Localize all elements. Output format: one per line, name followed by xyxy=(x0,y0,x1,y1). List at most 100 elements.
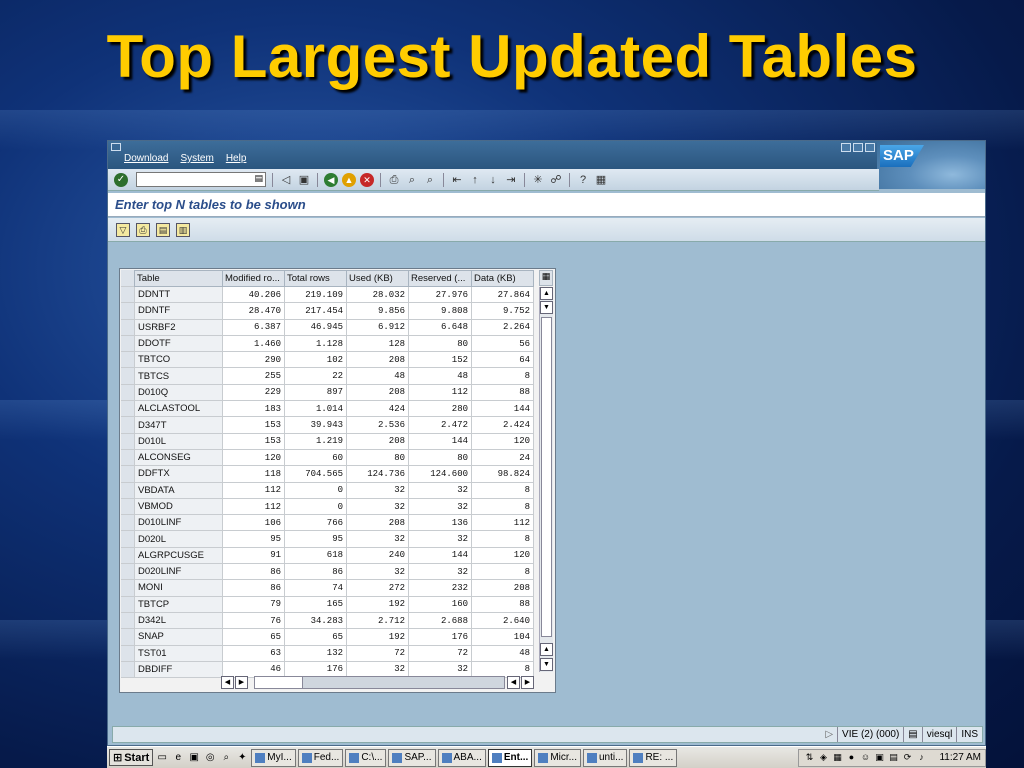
cell-value[interactable]: 32 xyxy=(346,563,409,581)
cell-value[interactable]: 1.219 xyxy=(284,432,347,450)
cell-value[interactable]: 34.283 xyxy=(284,611,347,630)
cell-value[interactable]: 86 xyxy=(284,563,347,581)
row-selector[interactable] xyxy=(121,352,134,369)
row-selector[interactable] xyxy=(121,319,134,336)
row-selector[interactable] xyxy=(121,612,134,630)
row-selector[interactable] xyxy=(121,645,134,662)
cell-value[interactable]: 95 xyxy=(222,530,285,548)
shortcut-icon[interactable]: ☍ xyxy=(549,173,563,187)
scroll-left-end-button[interactable]: ◀ xyxy=(507,676,520,689)
row-selector[interactable] xyxy=(121,629,134,646)
cell-value[interactable]: 112 xyxy=(408,383,472,402)
save-icon[interactable]: ▣ xyxy=(297,173,311,187)
cell-value[interactable]: 144 xyxy=(408,546,472,565)
cell-table-name[interactable]: D342L xyxy=(134,611,223,630)
cell-table-name[interactable]: DDNTF xyxy=(134,302,223,320)
table-row[interactable]: D020LINF 86 86 32 32 8 xyxy=(134,563,534,581)
vertical-scrollbar[interactable]: ▲ ▼ ▲ ▼ xyxy=(539,287,553,672)
table-row[interactable]: USRBF2 6.387 46.945 6.912 6.648 2.264 xyxy=(134,318,534,336)
quicklaunch-messenger-icon[interactable]: ✦ xyxy=(235,751,249,765)
cell-value[interactable]: 2.640 xyxy=(471,611,534,630)
print-icon[interactable]: ⎙ xyxy=(387,173,401,187)
quicklaunch-search-icon[interactable]: ⌕ xyxy=(219,751,233,765)
row-selector[interactable] xyxy=(121,287,134,304)
command-field[interactable]: ▤ xyxy=(136,172,266,187)
tray-network-icon[interactable]: ⇅ xyxy=(803,752,815,764)
cell-table-name[interactable]: VBMOD xyxy=(134,497,223,516)
menu-system[interactable]: System xyxy=(180,153,213,164)
cell-value[interactable]: 39.943 xyxy=(284,416,347,434)
tray-lock-icon[interactable]: ▣ xyxy=(873,752,885,764)
column-header-reserved[interactable]: Reserved (... xyxy=(408,270,472,287)
cell-table-name[interactable]: USRBF2 xyxy=(134,318,223,336)
taskbar-item[interactable]: SAP... xyxy=(388,748,436,767)
table-row[interactable]: ALCLASTOOL 183 1.014 424 280 144 xyxy=(134,400,534,418)
cell-table-name[interactable]: TBTCO xyxy=(134,351,223,369)
cell-value[interactable]: 32 xyxy=(346,481,409,499)
cell-value[interactable]: 76 xyxy=(222,611,285,630)
cell-value[interactable]: 8 xyxy=(471,481,534,499)
row-selector[interactable] xyxy=(121,303,134,320)
row-selector[interactable] xyxy=(121,433,134,450)
cell-table-name[interactable]: DDNTT xyxy=(134,285,223,304)
scroll-right-button[interactable]: ▶ xyxy=(235,676,248,689)
enter-button[interactable]: ✓ xyxy=(114,172,128,187)
cell-value[interactable]: 208 xyxy=(346,351,409,369)
cell-value[interactable]: 27.976 xyxy=(408,285,472,304)
cell-value[interactable]: 897 xyxy=(284,383,347,402)
cell-value[interactable]: 229 xyxy=(222,383,285,402)
cell-value[interactable]: 2.688 xyxy=(408,611,472,630)
table-row[interactable]: D020L 95 95 32 32 8 xyxy=(134,530,534,548)
status-mode[interactable]: INS xyxy=(956,727,982,742)
cell-value[interactable]: 8 xyxy=(471,530,534,548)
table-row[interactable]: ALCONSEG 120 60 80 80 24 xyxy=(134,448,534,467)
table-row[interactable]: VBMOD 112 0 32 32 8 xyxy=(134,497,534,516)
back-icon[interactable]: ◀ xyxy=(324,172,338,187)
cell-value[interactable]: 65 xyxy=(284,628,347,646)
cell-value[interactable]: 79 xyxy=(222,595,285,613)
cell-value[interactable]: 32 xyxy=(408,563,472,581)
cell-value[interactable]: 240 xyxy=(346,546,409,565)
cell-value[interactable]: 1.128 xyxy=(284,334,347,353)
maximize-button[interactable] xyxy=(853,143,863,152)
cell-value[interactable]: 88 xyxy=(471,595,534,613)
find-next-icon[interactable]: ⌕ xyxy=(423,173,437,187)
cell-value[interactable]: 27.864 xyxy=(471,285,534,304)
select-all-cell[interactable] xyxy=(121,270,134,287)
layout-menu-icon[interactable]: ▦ xyxy=(594,173,608,187)
cell-value[interactable]: 2.424 xyxy=(471,416,534,434)
cell-table-name[interactable]: D020LINF xyxy=(134,563,223,581)
cell-table-name[interactable]: TBTCP xyxy=(134,595,223,613)
table-row[interactable]: TBTCS 255 22 48 48 8 xyxy=(134,367,534,385)
cell-value[interactable]: 104 xyxy=(471,628,534,646)
previous-page-icon[interactable]: ↑ xyxy=(468,173,482,187)
table-row[interactable]: ALGRPCUSGE 91 618 240 144 120 xyxy=(134,546,534,565)
cell-table-name[interactable]: TBTCS xyxy=(134,367,223,385)
cell-value[interactable]: 95 xyxy=(284,530,347,548)
row-selector[interactable] xyxy=(121,482,134,499)
cell-value[interactable]: 32 xyxy=(408,530,472,548)
table-row[interactable]: DDFTX 118 704.565 124.736 124.600 98.824 xyxy=(134,465,534,483)
cell-value[interactable]: 2.264 xyxy=(471,318,534,336)
cell-value[interactable]: 183 xyxy=(222,400,285,418)
horizontal-scrollbar[interactable] xyxy=(254,676,505,689)
scroll-right-end-button[interactable]: ▶ xyxy=(521,676,534,689)
table-row[interactable]: D342L 76 34.283 2.712 2.688 2.640 xyxy=(134,611,534,630)
cell-value[interactable]: 91 xyxy=(222,546,285,565)
row-selector[interactable] xyxy=(121,515,134,532)
cell-value[interactable]: 6.912 xyxy=(346,318,409,336)
help-icon[interactable]: ? xyxy=(576,173,590,187)
cell-table-name[interactable]: DDFTX xyxy=(134,465,223,483)
cell-value[interactable]: 165 xyxy=(284,595,347,613)
cell-value[interactable]: 8 xyxy=(471,367,534,385)
cell-value[interactable]: 208 xyxy=(471,579,534,597)
cell-value[interactable]: 255 xyxy=(222,367,285,385)
cell-value[interactable]: 88 xyxy=(471,383,534,402)
table-row[interactable]: D010Q 229 897 208 112 88 xyxy=(134,383,534,402)
clock[interactable]: 11:27 AM xyxy=(929,752,981,763)
cell-value[interactable]: 618 xyxy=(284,546,347,565)
cell-value[interactable]: 124.736 xyxy=(346,465,409,483)
row-selector[interactable] xyxy=(121,580,134,597)
cell-value[interactable]: 232 xyxy=(408,579,472,597)
cell-value[interactable]: 136 xyxy=(408,514,472,532)
